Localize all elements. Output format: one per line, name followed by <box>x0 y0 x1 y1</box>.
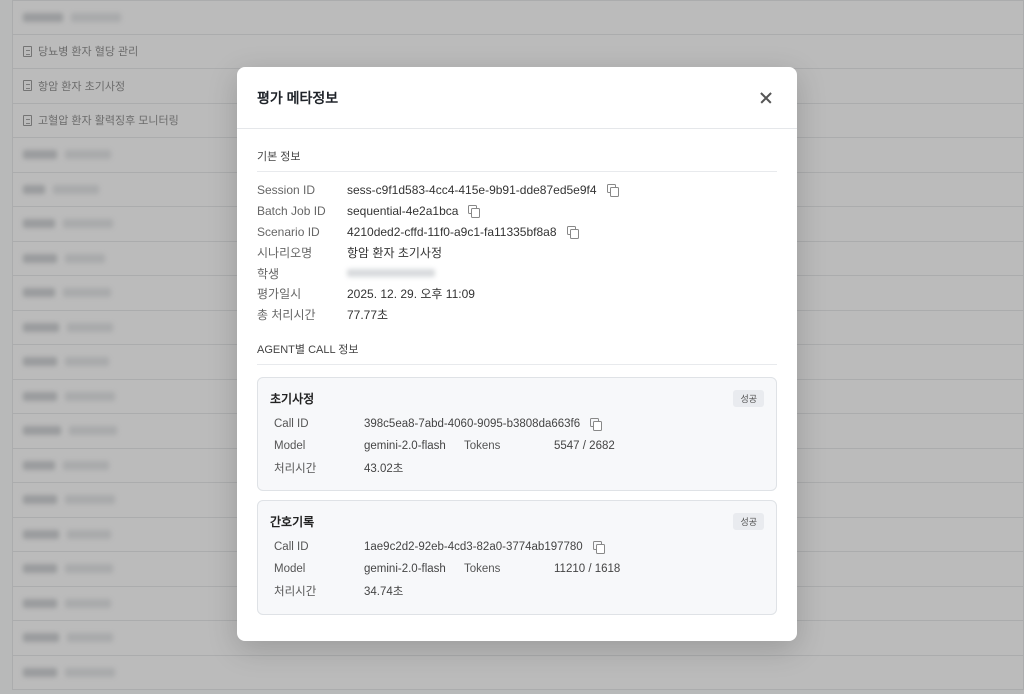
agent-name: 초기사정 <box>270 391 315 406</box>
modal-title: 평가 메타정보 <box>257 89 339 106</box>
copy-icon[interactable] <box>590 417 603 431</box>
time-value: 34.74초 <box>364 585 404 598</box>
model-label: Model <box>274 562 306 575</box>
call-id-value: 398c5ea8-7abd-4060-9095-b3808da663f6 <box>364 417 581 430</box>
copy-icon[interactable] <box>468 205 481 219</box>
info-label: Batch Job ID <box>257 204 326 219</box>
agent-card-header: 초기사정 성공 <box>270 389 764 407</box>
info-value: 2025. 12. 29. 오후 11:09 <box>347 287 475 302</box>
model-value: gemini-2.0-flash <box>364 562 446 575</box>
info-row: 학생 <box>257 263 777 284</box>
call-id-row: Call ID 398c5ea8-7abd-4060-9095-b3808da66… <box>270 413 764 435</box>
model-label: Model <box>274 439 306 452</box>
info-row: 평가일시 2025. 12. 29. 오후 11:09 <box>257 283 777 304</box>
agent-cards: 초기사정 성공 Call ID 398c5ea8-7abd-4060-9095-b38… <box>257 376 777 615</box>
model-value: gemini-2.0-flash <box>364 439 446 452</box>
basic-info-fields: Session ID sess-c9f1d583-4cc4-415e-9b91-d… <box>257 180 777 325</box>
agent-card-header: 간호기록 성공 <box>270 512 764 530</box>
info-row: Session ID sess-c9f1d583-4cc4-415e-9b91-d… <box>257 180 777 201</box>
copy-icon[interactable] <box>606 184 619 198</box>
info-row: Scenario ID 4210ded2-cffd-11f0-a9c1-fa113… <box>257 221 777 242</box>
info-value: 4210ded2-cffd-11f0-a9c1-fa11335bf8a8 <box>347 224 557 239</box>
info-value: sequential-4e2a1bca <box>347 204 459 219</box>
info-label: 시나리오명 <box>257 245 313 260</box>
info-row: 시나리오명 항암 환자 초기사정 <box>257 242 777 263</box>
info-value: 항암 환자 초기사정 <box>347 245 442 260</box>
call-id-value: 1ae9c2d2-92eb-4cd3-82a0-3774ab197780 <box>364 540 583 553</box>
close-icon[interactable] <box>755 87 777 109</box>
agent-card: 간호기록 성공 Call ID 1ae9c2d2-92eb-4cd3-82a0-377… <box>257 499 777 615</box>
time-label: 처리시간 <box>274 585 317 598</box>
time-label: 처리시간 <box>274 462 317 475</box>
info-label: 총 처리시간 <box>257 307 316 322</box>
tokens-label: Tokens <box>464 562 501 575</box>
call-id-label: Call ID <box>274 540 309 553</box>
redacted-student-name <box>347 269 435 278</box>
time-row: 처리시간 34.74초 <box>270 580 764 602</box>
copy-icon[interactable] <box>566 225 579 239</box>
copy-icon[interactable] <box>592 540 605 554</box>
info-row: Batch Job ID sequential-4e2a1bca <box>257 201 777 222</box>
tokens-value: 5547 / 2682 <box>554 439 615 452</box>
basic-info-title: 기본 정보 <box>257 129 777 172</box>
call-id-label: Call ID <box>274 417 309 430</box>
model-row: Model gemini-2.0-flash Tokens 11210 / 1618 <box>270 558 764 580</box>
info-value: 77.77초 <box>347 307 389 322</box>
info-label: 평가일시 <box>257 287 302 302</box>
info-label: Scenario ID <box>257 224 320 239</box>
modal-body: 기본 정보 Session ID sess-c9f1d583-4cc4-415e-… <box>237 129 797 615</box>
meta-info-modal: 평가 메타정보 기본 정보 Session ID sess-c9f1d583-4c… <box>237 67 797 641</box>
agent-name: 간호기록 <box>270 514 315 529</box>
time-row: 처리시간 43.02초 <box>270 457 764 479</box>
tokens-label: Tokens <box>464 439 501 452</box>
info-label: Session ID <box>257 183 316 198</box>
agent-card: 초기사정 성공 Call ID 398c5ea8-7abd-4060-9095-b38… <box>257 376 777 491</box>
call-id-row: Call ID 1ae9c2d2-92eb-4cd3-82a0-3774ab197… <box>270 536 764 558</box>
tokens-value: 11210 / 1618 <box>554 562 621 575</box>
info-row: 총 처리시간 77.77초 <box>257 304 777 325</box>
agent-call-info-title: AGENT별 CALL 정보 <box>257 325 777 365</box>
status-badge: 성공 <box>733 389 764 407</box>
modal-header: 평가 메타정보 <box>237 67 797 129</box>
model-row: Model gemini-2.0-flash Tokens 5547 / 2682 <box>270 435 764 457</box>
info-value: sess-c9f1d583-4cc4-415e-9b91-dde87ed5e9f… <box>347 183 597 198</box>
info-label: 학생 <box>257 266 280 281</box>
status-badge: 성공 <box>733 512 764 530</box>
time-value: 43.02초 <box>364 462 404 475</box>
